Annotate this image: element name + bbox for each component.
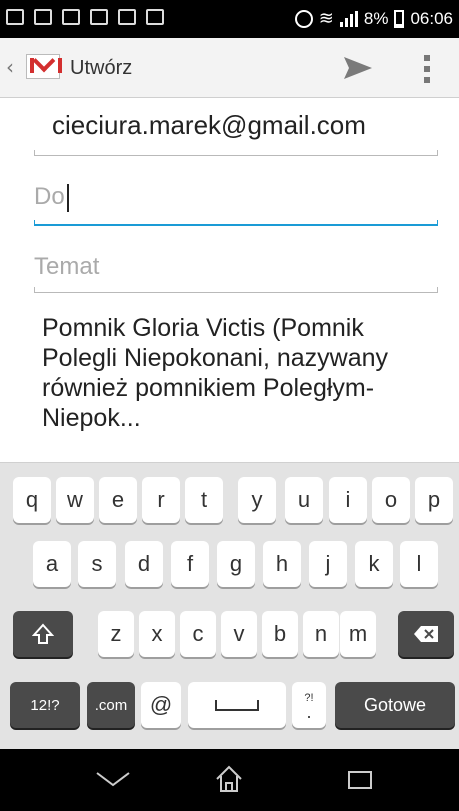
image-icon [90,9,108,25]
back-chevron-icon[interactable]: ‹ [6,55,14,79]
action-bar-title: Utwórz [70,57,133,79]
keyboard-icon [6,9,24,25]
space-key[interactable] [188,682,286,728]
on-screen-keyboard: q w e r t y u i o p a s d f g h j k l z … [0,462,459,750]
nav-home-icon[interactable] [213,763,245,795]
key-q[interactable]: q [13,477,51,523]
symbols-key[interactable]: 12!? [10,682,80,728]
punctuation-main: . [306,702,312,722]
to-underline [34,220,438,226]
space-bar-icon [215,700,259,711]
key-r[interactable]: r [142,477,180,523]
shift-key[interactable] [13,611,73,657]
key-v[interactable]: v [221,611,257,657]
key-t[interactable]: t [185,477,223,523]
key-h[interactable]: h [263,541,301,587]
punctuation-key[interactable]: ?! . [292,682,326,728]
key-m[interactable]: m [340,611,376,657]
message-icon [118,9,136,25]
dotcom-key[interactable]: .com [87,682,135,728]
to-placeholder: Do [34,183,65,210]
key-z[interactable]: z [98,611,134,657]
download-icon [146,9,164,25]
key-p[interactable]: p [415,477,453,523]
key-k[interactable]: k [355,541,393,587]
overflow-menu-icon[interactable] [424,55,432,83]
subject-underline [34,287,438,293]
subject-field[interactable]: Temat [34,253,99,281]
key-o[interactable]: o [372,477,410,523]
signal-strength-icon [339,10,358,27]
backspace-icon [414,626,438,642]
from-account-selector[interactable]: cieciura.marek@gmail.com [52,110,366,141]
action-bar: ‹ Utwórz [0,38,459,98]
navigation-bar [0,749,459,811]
key-b[interactable]: b [262,611,298,657]
subject-placeholder: Temat [34,253,100,280]
key-i[interactable]: i [329,477,367,523]
gmail-logo-icon[interactable] [26,54,62,79]
key-a[interactable]: a [33,541,71,587]
at-key[interactable]: @ [141,682,181,728]
text-cursor [66,183,69,212]
key-d[interactable]: d [125,541,163,587]
message-body[interactable]: Pomnik Gloria Victis (Pomnik Polegli Nie… [42,313,432,463]
notification-icons [6,9,164,25]
key-w[interactable]: w [56,477,94,523]
nav-back-icon[interactable] [95,769,131,789]
key-x[interactable]: x [139,611,175,657]
key-l[interactable]: l [400,541,438,587]
key-n[interactable]: n [303,611,339,657]
key-c[interactable]: c [180,611,216,657]
key-e[interactable]: e [99,477,137,523]
backspace-key[interactable] [398,611,454,657]
screen-icon [62,9,80,25]
nav-recent-apps-icon[interactable] [348,771,372,789]
system-icons: ≋ 8% 06:06 [294,8,453,29]
clock: 06:06 [410,8,453,28]
status-bar: ≋ 8% 06:06 [0,0,459,38]
to-field[interactable]: Do [34,183,69,212]
compass-icon [294,9,313,28]
key-s[interactable]: s [78,541,116,587]
key-g[interactable]: g [217,541,255,587]
shift-icon [32,623,54,644]
send-icon[interactable] [343,56,373,80]
key-f[interactable]: f [171,541,209,587]
wifi-icon: ≋ [318,8,334,28]
from-underline [34,150,438,156]
battery-icon [394,9,405,28]
battery-percentage: 8% [363,8,389,28]
signal-bars-icon [34,9,52,25]
key-j[interactable]: j [309,541,347,587]
key-u[interactable]: u [285,477,323,523]
key-y[interactable]: y [238,477,276,523]
done-key[interactable]: Gotowe [335,682,455,728]
